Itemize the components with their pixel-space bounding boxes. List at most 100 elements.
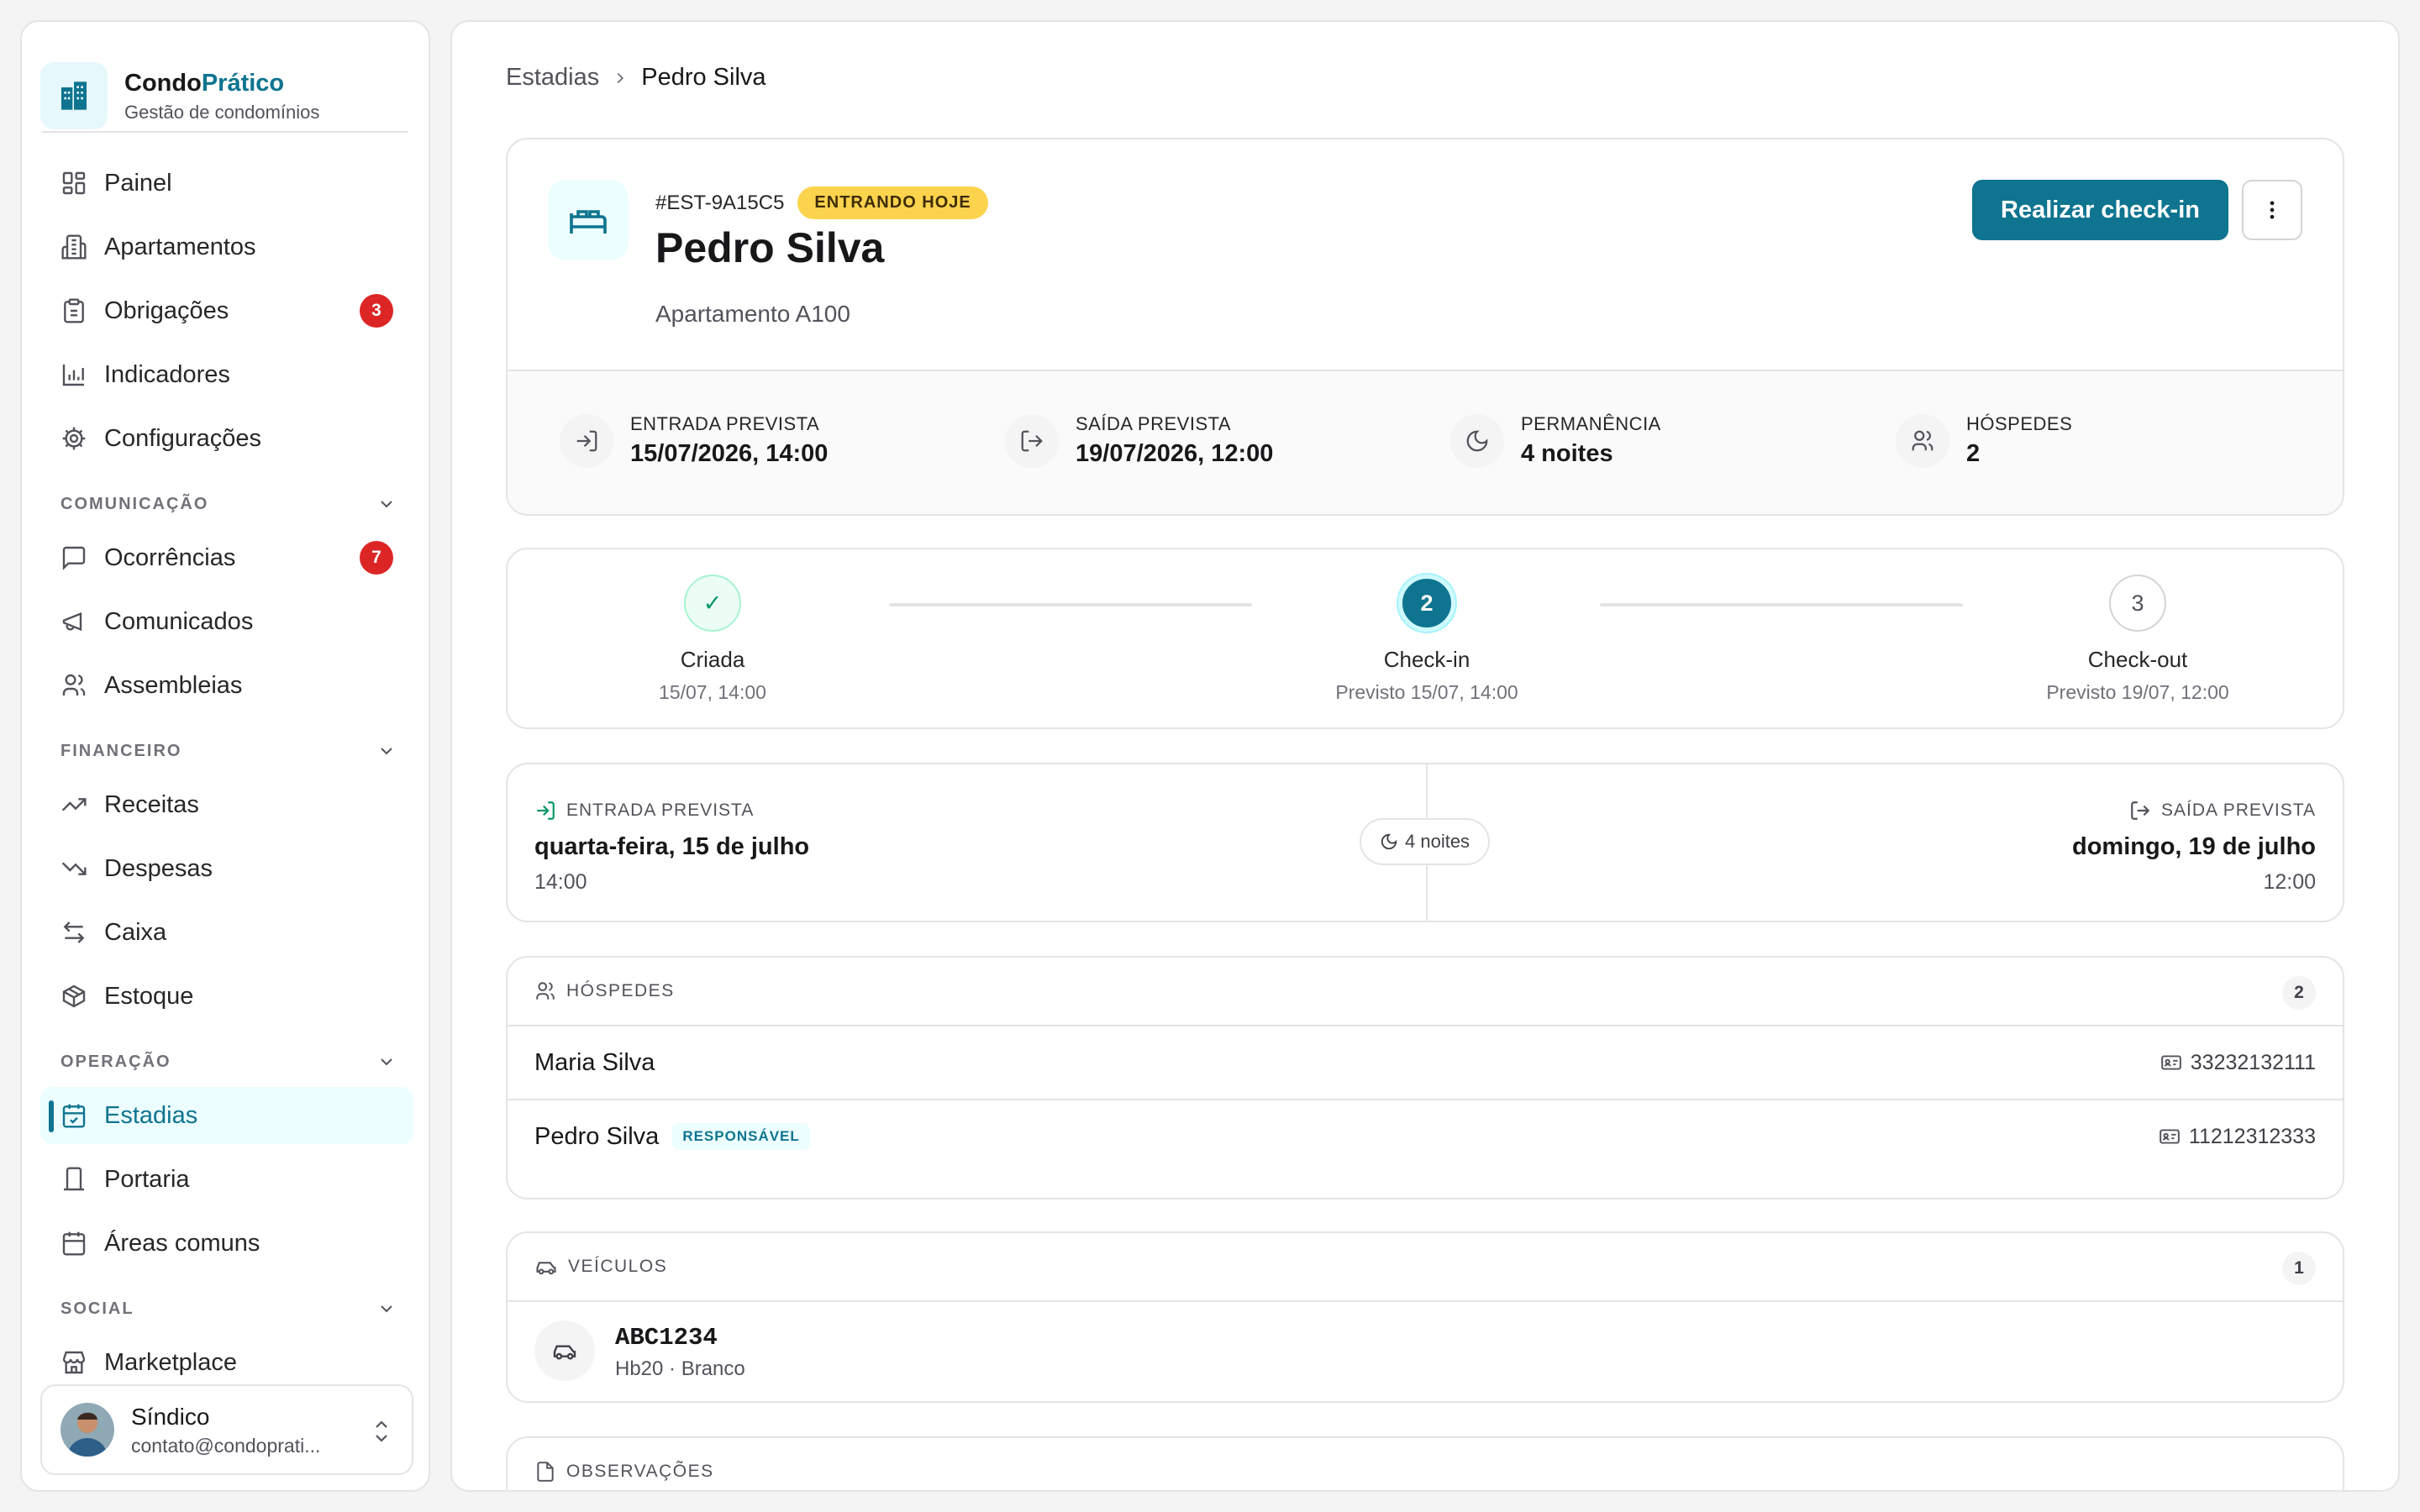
user-email: contato@condoprati... — [131, 1434, 321, 1457]
moon-icon — [1450, 413, 1504, 468]
sidebar-item-label: Marketplace — [104, 1348, 237, 1376]
responsible-badge: RESPONSÁVEL — [672, 1123, 810, 1150]
stat-value: 15/07/2026, 14:00 — [630, 440, 829, 467]
sidebar-item-portaria[interactable]: Portaria — [40, 1151, 413, 1208]
moon-icon — [1381, 833, 1397, 850]
entry-time: 14:00 — [534, 870, 587, 894]
log-in-icon — [537, 801, 555, 820]
step-connector — [889, 603, 1252, 606]
stay-code-row: #EST-9A15C5 ENTRANDO HOJE — [655, 186, 988, 219]
step-number: 2 — [1398, 575, 1455, 632]
guests-header: HÓSPEDES 2 — [508, 958, 2343, 1025]
sidebar-item-estoque[interactable]: Estoque — [40, 968, 413, 1025]
sidebar-item-indicadores[interactable]: Indicadores — [40, 346, 413, 403]
stat-label: PERMANÊNCIA — [1521, 413, 1661, 434]
sidebar-item-estadias[interactable]: Estadias — [40, 1087, 413, 1144]
bed-icon — [548, 180, 629, 260]
log-out-icon — [2131, 801, 2150, 820]
section-toggle-social[interactable]: SOCIAL — [60, 1292, 397, 1326]
section-title: OBSERVAÇÕES — [566, 1462, 714, 1481]
brand-name: CondoPrático — [124, 70, 285, 97]
more-options-button[interactable] — [2242, 180, 2302, 240]
stat-entrada: ENTRADA PREVISTA 15/07/2026, 14:00 — [560, 413, 828, 468]
section-title: HÓSPEDES — [566, 981, 675, 1000]
sidebar-item-label: Comunicados — [104, 607, 254, 635]
gear-icon — [60, 425, 87, 452]
breadcrumb-link-estadias[interactable]: Estadias — [506, 64, 599, 92]
stat-hospedes: HÓSPEDES 2 — [1896, 413, 2072, 468]
sidebar-item-configuracoes[interactable]: Configurações — [40, 410, 413, 467]
sidebar-item-label: Áreas comuns — [104, 1229, 260, 1257]
log-out-icon — [1005, 413, 1059, 468]
vehicle-row[interactable]: ABC1234 Hb20 · Branco — [508, 1300, 2343, 1401]
section-title: COMUNICAÇÃO — [60, 494, 209, 513]
step-date: 15/07, 14:00 — [659, 681, 766, 703]
log-in-icon — [560, 413, 613, 468]
sidebar-item-painel[interactable]: Painel — [40, 155, 413, 212]
trending-up-icon — [60, 791, 87, 818]
section-title: OPERAÇÃO — [60, 1052, 171, 1071]
chevrons-up-down-icon — [376, 1420, 387, 1442]
count-badge: 2 — [2282, 976, 2316, 1010]
guest-row[interactable]: Maria Silva 33232132111 — [508, 1025, 2343, 1099]
checkin-button[interactable]: Realizar check-in — [1972, 180, 2228, 240]
user-menu[interactable]: Síndico contato@condoprati... — [40, 1384, 413, 1475]
nights-badge: 4 noites — [1360, 818, 1491, 865]
notification-badge: 7 — [360, 541, 393, 575]
stay-dates-card: ENTRADA PREVISTA quarta-feira, 15 de jul… — [506, 763, 2344, 922]
sidebar-item-obrigacoes[interactable]: Obrigações 3 — [40, 282, 413, 339]
vehicle-description: Hb20 · Branco — [615, 1357, 745, 1380]
section-toggle-operacao[interactable]: OPERAÇÃO — [60, 1045, 397, 1079]
stat-label: ENTRADA PREVISTA — [630, 413, 820, 434]
stay-stats: ENTRADA PREVISTA 15/07/2026, 14:00 SAÍDA … — [508, 371, 2343, 514]
entry-date: quarta-feira, 15 de julho — [534, 833, 810, 860]
sidebar-item-comunicados[interactable]: Comunicados — [40, 593, 413, 650]
calendar-icon — [60, 1230, 87, 1257]
exit-time: 12:00 — [2263, 870, 2316, 894]
step-criada: ✓ Criada 15/07, 14:00 — [587, 575, 839, 704]
sidebar-item-label: Apartamentos — [104, 233, 256, 260]
section-toggle-financeiro[interactable]: FINANCEIRO — [60, 734, 397, 768]
guest-document: 11212312333 — [2159, 1125, 2316, 1149]
guest-name: Maria Silva — [534, 1048, 655, 1076]
notes-header: OBSERVAÇÕES — [508, 1438, 2343, 1490]
breadcrumb-current: Pedro Silva — [641, 64, 766, 91]
sidebar-item-receitas[interactable]: Receitas — [40, 776, 413, 833]
step-title: Check-out — [2087, 647, 2188, 672]
sidebar-item-marketplace[interactable]: Marketplace — [40, 1334, 413, 1391]
section-title: FINANCEIRO — [60, 741, 182, 760]
sidebar-item-label: Indicadores — [104, 360, 230, 388]
brand[interactable]: CondoPrático Gestão de condomínios — [40, 40, 413, 151]
active-indicator — [49, 1100, 54, 1132]
sidebar-item-ocorrencias[interactable]: Ocorrências 7 — [40, 529, 413, 586]
id-card-icon — [2160, 1055, 2181, 1070]
vehicles-header: VEÍCULOS 1 — [508, 1233, 2343, 1300]
sidebar-item-label: Despesas — [104, 854, 213, 882]
car-icon — [536, 1262, 556, 1275]
sidebar-item-areas-comuns[interactable]: Áreas comuns — [40, 1215, 413, 1272]
count-badge: 1 — [2282, 1252, 2316, 1285]
guest-row[interactable]: Pedro Silva RESPONSÁVEL 11212312333 — [508, 1099, 2343, 1173]
chevron-down-icon — [381, 748, 392, 755]
step-checkin: 2 Check-in Previsto 15/07, 14:00 — [1301, 575, 1553, 704]
sidebar-item-label: Painel — [104, 169, 172, 197]
sidebar-item-apartamentos[interactable]: Apartamentos — [40, 218, 413, 276]
stay-header-card: #EST-9A15C5 ENTRANDO HOJE Pedro Silva Ap… — [506, 138, 2344, 516]
stat-label: HÓSPEDES — [1966, 413, 2073, 434]
chevron-down-icon — [381, 501, 392, 508]
avatar — [60, 1403, 114, 1457]
sidebar-item-label: Obrigações — [104, 297, 229, 324]
sidebar-item-caixa[interactable]: Caixa — [40, 904, 413, 961]
file-icon — [537, 1462, 554, 1482]
sidebar-item-assembleias[interactable]: Assembleias — [40, 657, 413, 714]
section-toggle-comunicacao[interactable]: COMUNICAÇÃO — [60, 487, 397, 521]
step-date: Previsto 15/07, 14:00 — [1335, 681, 1518, 703]
entry-label: ENTRADA PREVISTA — [534, 800, 754, 822]
exit-label: SAÍDA PREVISTA — [2129, 800, 2316, 822]
sidebar-item-despesas[interactable]: Despesas — [40, 840, 413, 897]
section-title: SOCIAL — [60, 1299, 134, 1318]
status-badge: ENTRANDO HOJE — [797, 186, 988, 219]
building-logo-icon — [40, 62, 108, 129]
chevron-down-icon — [381, 1058, 392, 1066]
stat-value: 19/07/2026, 12:00 — [1076, 440, 1274, 467]
